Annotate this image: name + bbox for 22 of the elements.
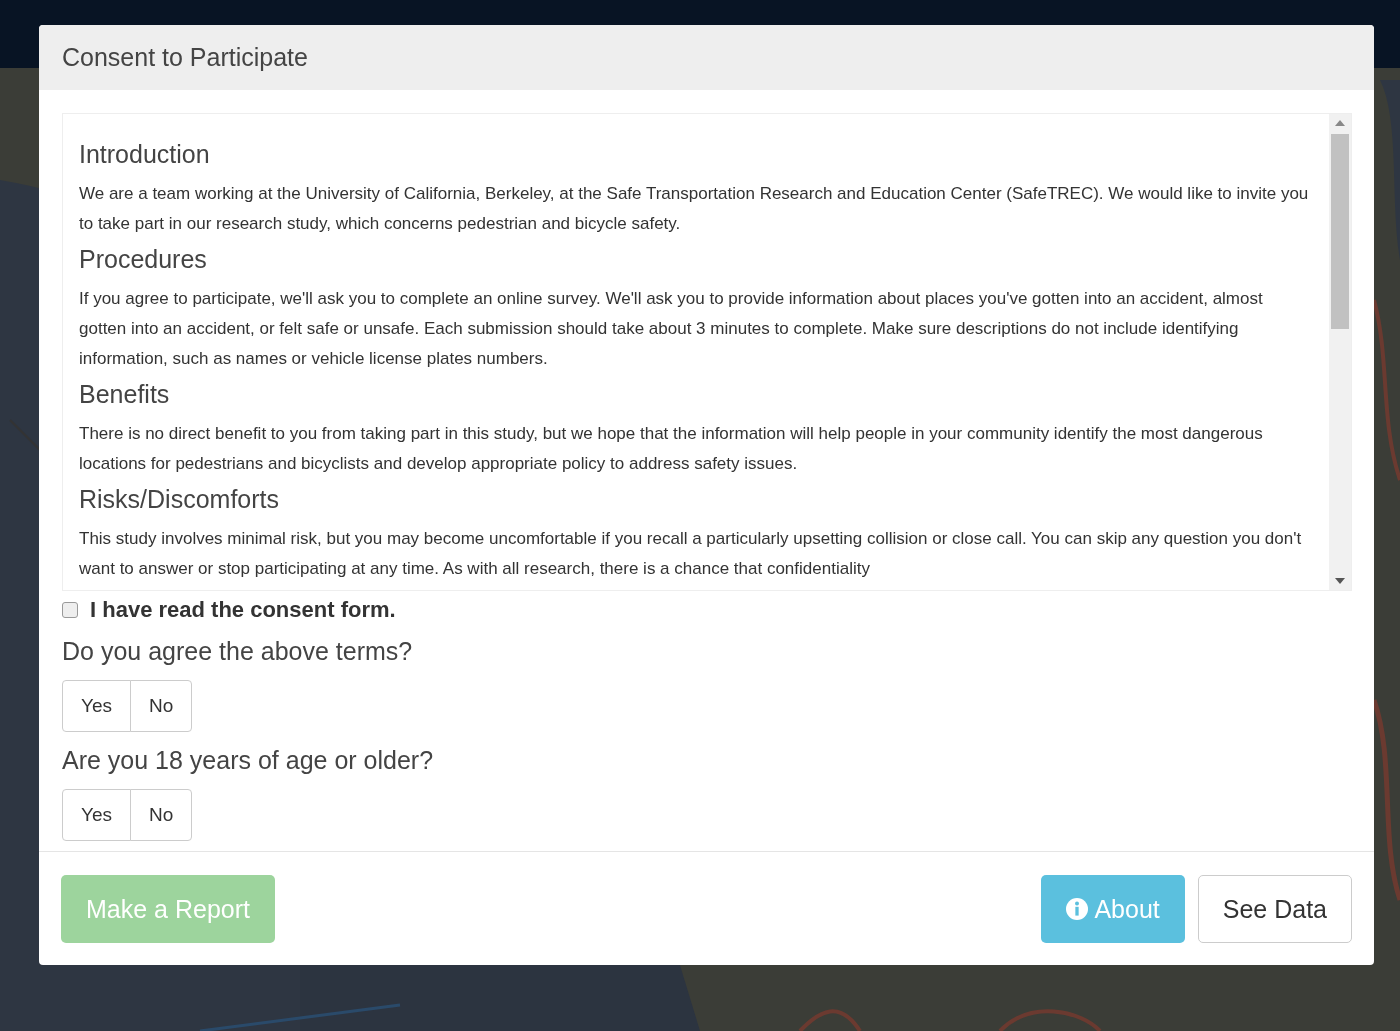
section-paragraph: We are a team working at the University of California, Berkeley, at the Safe Transportation Research and Education Center (SafeTREC). We would like to invite you to take part in our research study, which concerns pedestrian and bicycle safety. — [79, 183, 1310, 235]
question-text: Do you agree the above terms? — [62, 637, 414, 666]
see-data-button[interactable]: See Data — [1197, 875, 1352, 943]
section-paragraph: If you agree to participate, we'll ask you to complete an online survey. We'll ask you to provide information about places you've gotten into an accident, almost gotten into an accident, or felt safe or unsafe. Each submission should take about 3 minutes to complete. Make sure descriptions do not include identifying information, such as names or vehicle license plates numbers. — [79, 288, 1264, 370]
option-button[interactable]: Yes — [62, 680, 131, 732]
info-icon — [1066, 898, 1089, 920]
scroll-down-icon[interactable] — [1335, 578, 1345, 584]
option-button[interactable]: No — [130, 789, 193, 841]
section-heading: Benefits — [79, 380, 171, 409]
option-button[interactable]: Yes — [62, 789, 131, 841]
section-paragraph: This study involves minimal risk, but you may become uncomfortable if you recall a particularly upsetting collision or close call. You can skip any question you don't want to answer or stop participating at any time. As with all research, there is a chance that confidentiality — [79, 528, 1303, 580]
consent-checkbox[interactable] — [62, 602, 78, 618]
section-heading: Procedures — [79, 245, 208, 274]
scroll-up-icon[interactable] — [1335, 120, 1345, 126]
option-button[interactable]: No — [130, 680, 193, 732]
section-heading: Risks/Discomforts — [79, 485, 280, 514]
dialog-title: Consent to Participate — [62, 43, 308, 72]
checkbox-label[interactable]: I have read the consent form. — [90, 597, 396, 623]
question-text: Are you 18 years of age or older? — [62, 746, 435, 775]
section-paragraph: There is no direct benefit to you from taking part in this study, but we hope that the information will help people in your community identify the most dangerous locations for pedestrians and bicyclists and develop appropriate policy to address safety issues. — [79, 423, 1264, 475]
section-heading: Introduction — [79, 140, 211, 169]
scrollbar[interactable] — [1329, 114, 1351, 590]
